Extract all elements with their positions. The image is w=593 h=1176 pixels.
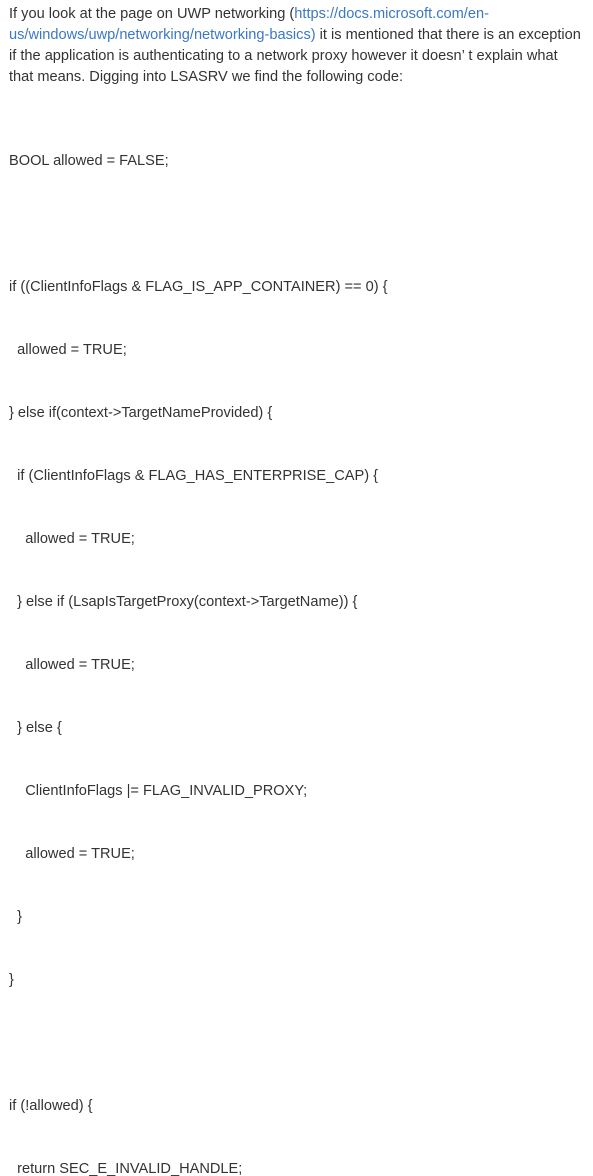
code-line: } else { (9, 720, 62, 736)
code-line: } else if(context->TargetNameProvided) { (9, 405, 273, 421)
code-line: allowed = TRUE; (9, 531, 135, 547)
code-line: if (!allowed) { (9, 1098, 93, 1114)
code-line: } else if (LsapIsTargetProxy(context->Ta… (9, 594, 358, 610)
code-line: allowed = TRUE; (9, 342, 127, 358)
document-body: If you look at the page on UWP networkin… (0, 0, 593, 1176)
code-line: allowed = TRUE; (9, 657, 135, 673)
code-line: if ((ClientInfoFlags & FLAG_IS_APP_CONTA… (9, 279, 388, 295)
intro-paragraph: If you look at the page on UWP networkin… (9, 4, 585, 88)
paragraph-gap-top (9, 88, 585, 109)
code-line: allowed = TRUE; (9, 846, 135, 862)
code-line: } (9, 972, 14, 988)
intro-text-before-link: If you look at the page on UWP networkin… (9, 6, 295, 22)
code-line: return SEC_E_INVALID_HANDLE; (9, 1161, 243, 1176)
code-line: } (9, 909, 22, 925)
code-line: ClientInfoFlags |= FLAG_INVALID_PROXY; (9, 783, 308, 799)
code-line: if (ClientInfoFlags & FLAG_HAS_ENTERPRIS… (9, 468, 379, 484)
code-line: BOOL allowed = FALSE; (9, 153, 169, 169)
lsasrv-code-block: BOOL allowed = FALSE; if ((ClientInfoFla… (9, 109, 585, 1176)
